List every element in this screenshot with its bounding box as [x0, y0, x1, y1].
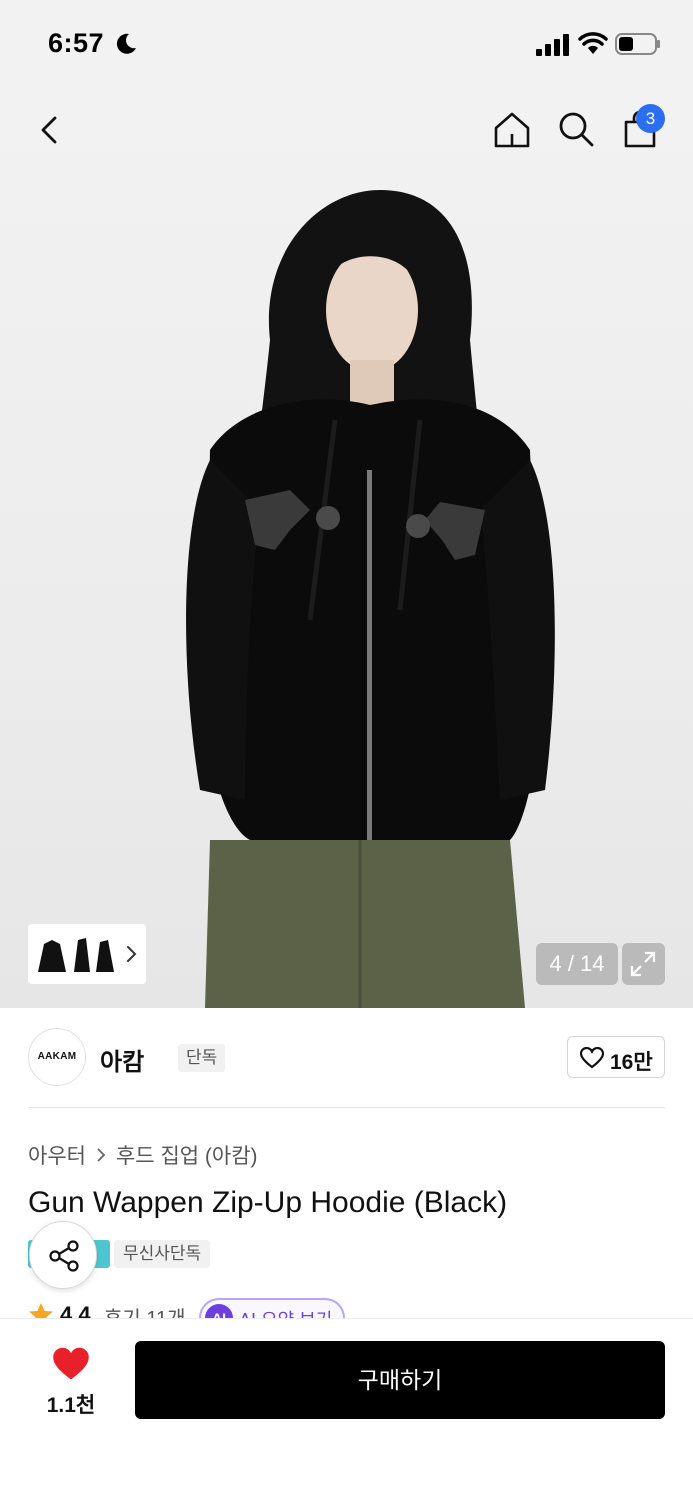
search-icon[interactable] — [555, 108, 597, 150]
status-time: 6:57 — [48, 28, 105, 58]
product-image — [186, 190, 555, 1008]
battery-icon — [615, 33, 660, 55]
status-bar: 6:57 — [0, 0, 693, 90]
color-variant-thumbnails[interactable] — [28, 924, 146, 984]
product-gallery[interactable]: 3 4 / 14 — [0, 90, 693, 1008]
exclusive-badge: 무신사단독 — [114, 1240, 211, 1268]
breadcrumb-subcategory[interactable]: 후드 집업 (아캄) — [116, 1140, 258, 1170]
home-icon[interactable] — [490, 108, 534, 152]
brand-like-button[interactable]: 16만 — [567, 1036, 665, 1078]
brand-exclusive-tag: 단독 — [178, 1044, 226, 1072]
signal-icon — [536, 34, 569, 56]
product-title: Gun Wappen Zip-Up Hoodie (Black) — [28, 1186, 508, 1219]
expand-gallery-button[interactable] — [622, 943, 665, 985]
brand-logo[interactable]: AAKAM — [28, 1028, 86, 1086]
chevron-right-icon — [97, 1148, 106, 1162]
back-icon[interactable] — [30, 110, 70, 150]
buy-button[interactable]: 구매하기 — [135, 1341, 665, 1419]
brand-name[interactable]: 아캄 — [100, 1042, 144, 1077]
breadcrumb: 아우터 후드 집업 (아캄) — [28, 1140, 258, 1170]
wishlist-button[interactable]: 1.1천 — [28, 1343, 114, 1419]
cart-count-badge: 3 — [636, 104, 665, 133]
share-icon — [49, 1240, 79, 1272]
wifi-icon — [578, 32, 608, 54]
share-button[interactable] — [29, 1221, 97, 1289]
brand-like-count: 16만 — [610, 1051, 653, 1074]
expand-icon — [630, 951, 656, 977]
brand-row: AAKAM 아캄 단독 16만 — [28, 1028, 665, 1086]
chevron-right-icon — [127, 946, 137, 962]
variant-thumbnail-image — [38, 938, 114, 972]
divider — [28, 1107, 665, 1108]
heart-filled-icon — [53, 1347, 89, 1380]
wishlist-count: 1.1천 — [46, 1394, 96, 1417]
ai-summary-button[interactable]: AI AI 요약 보기 — [199, 1298, 345, 1320]
heart-outline-icon — [580, 1047, 604, 1069]
gallery-page-indicator: 4 / 14 — [536, 943, 618, 985]
rating-row: 4.4 후기 11개 AI AI 요약 보기 — [28, 1298, 665, 1320]
bottom-action-bar: 1.1천 구매하기 — [0, 1318, 693, 1500]
moon-icon — [116, 33, 136, 54]
breadcrumb-category[interactable]: 아우터 — [28, 1140, 86, 1170]
